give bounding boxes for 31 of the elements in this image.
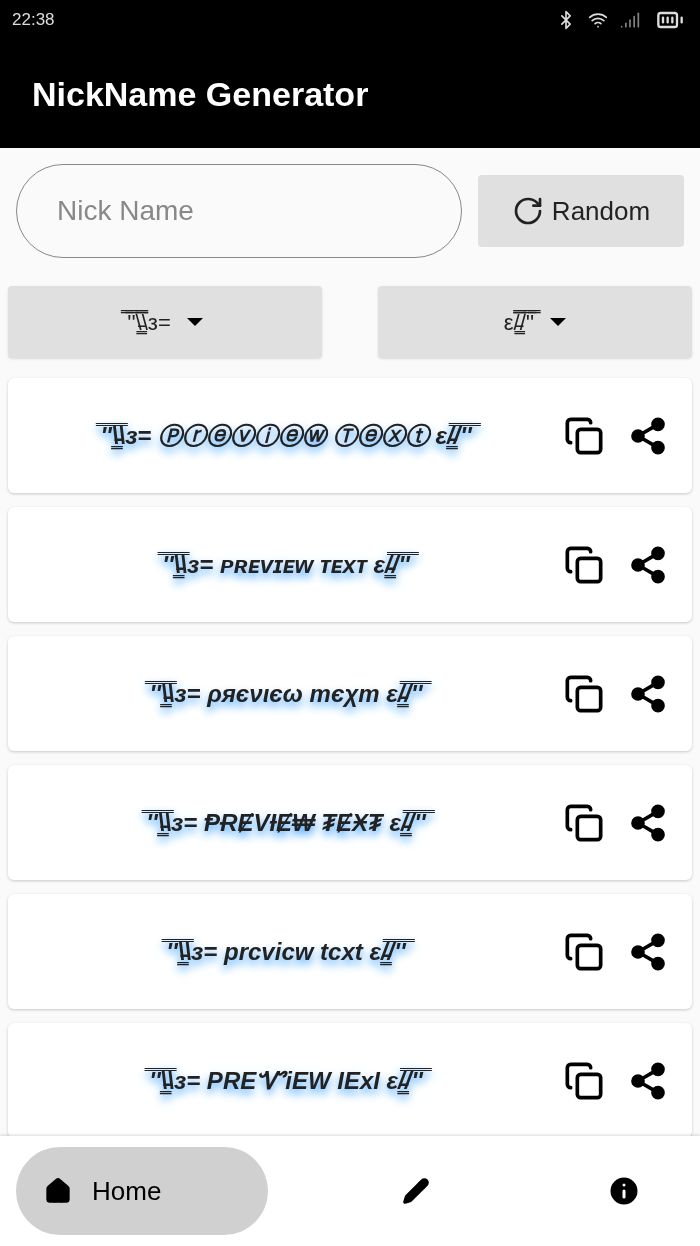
- signal-icon: [620, 10, 640, 30]
- nick-name-field[interactable]: Nick Name: [16, 164, 462, 258]
- nav-tab[interactable]: Home: [16, 1147, 268, 1235]
- share-icon: [628, 802, 668, 843]
- copy-icon: [564, 802, 604, 843]
- status-time: 22:38: [12, 9, 55, 32]
- share-icon: [628, 544, 668, 585]
- copy-icon: [564, 673, 604, 714]
- copy-icon: [564, 415, 604, 456]
- wifi-icon: [588, 10, 608, 30]
- preview-text: ̿'̿'\̵͇̿̿\з= ᴘʀᴇᴠɪᴇᴡ ᴛᴇxᴛ ε/̵͇̿̿/'̿'̿: [146, 534, 426, 595]
- home-icon: [44, 1177, 72, 1205]
- share-icon: [628, 931, 668, 972]
- style-dropdown[interactable]: ε/̵͇̿̿/'̿'̿: [378, 286, 692, 358]
- preview-text: ̿'̿'\̵͇̿̿\з= ⱣɌɆVƗɆ₩ ₮ɆӾ₮ ε/̵͇̿̿/'̿'̿: [130, 792, 442, 853]
- copy-icon: [564, 1060, 604, 1101]
- dropdown-caret-icon: [550, 318, 567, 326]
- preview-text: ̿'̿'\̵͇̿̿\з= PREᏉiEW ƖExƖ ε/̵͇̿̿/'̿'̿: [133, 1050, 439, 1111]
- copy-icon: [564, 544, 604, 585]
- app-title: NickName Generator: [32, 73, 369, 115]
- preview-text: ̿'̿'\̵͇̿̿\з= ρяєνιєω тєχт ε/̵͇̿̿/'̿'̿: [133, 663, 439, 724]
- style-dropdown[interactable]: ̿'̿'\̵͇̿̿\з=: [8, 286, 322, 358]
- preview-text: ̿'̿'\̵͇̿̿\з= prcvicw tcxt ε/̵͇̿̿/'̿'̿: [150, 921, 422, 982]
- share-icon: [628, 1060, 668, 1101]
- dropdown-caret-icon: [186, 318, 203, 326]
- preview-text: ̿'̿'\̵͇̿̿\з= Ⓟⓡⓔⓥⓘⓔⓦ Ⓣⓔⓧⓣ ε/̵͇̿̿/'̿'̿: [84, 405, 488, 466]
- share-icon: [628, 415, 668, 456]
- share-icon: [628, 673, 668, 714]
- pencil-icon: [402, 1177, 430, 1205]
- random-button[interactable]: Random: [478, 175, 684, 247]
- copy-icon: [564, 931, 604, 972]
